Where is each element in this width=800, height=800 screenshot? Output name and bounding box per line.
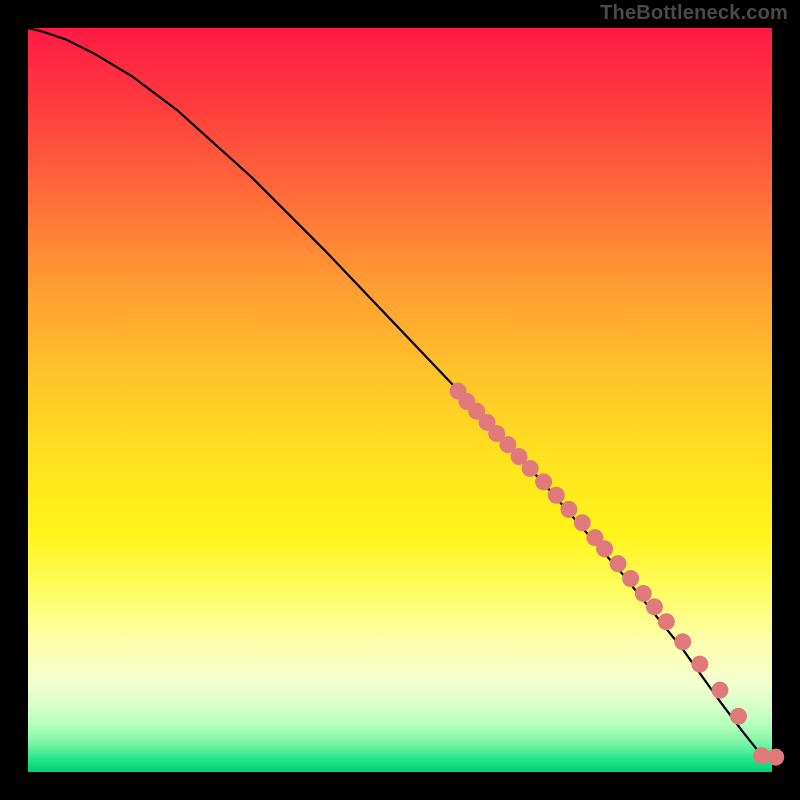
- chart-overlay: [28, 28, 772, 772]
- scatter-point: [609, 555, 626, 572]
- scatter-markers: [450, 383, 785, 766]
- scatter-point: [658, 613, 675, 630]
- plot-area: [28, 28, 772, 772]
- scatter-point: [535, 473, 552, 490]
- scatter-point: [522, 460, 539, 477]
- scatter-point: [674, 633, 691, 650]
- scatter-point: [574, 514, 591, 531]
- scatter-point: [691, 656, 708, 673]
- chart-frame: TheBottleneck.com: [0, 0, 800, 800]
- scatter-point: [635, 585, 652, 602]
- scatter-point: [596, 540, 613, 557]
- scatter-point: [730, 708, 747, 725]
- scatter-point: [711, 682, 728, 699]
- scatter-point: [622, 570, 639, 587]
- curve-line: [28, 28, 772, 759]
- scatter-point: [646, 598, 663, 615]
- scatter-point: [548, 487, 565, 504]
- attribution-text: TheBottleneck.com: [600, 2, 788, 25]
- scatter-point: [767, 749, 784, 766]
- scatter-point: [560, 501, 577, 518]
